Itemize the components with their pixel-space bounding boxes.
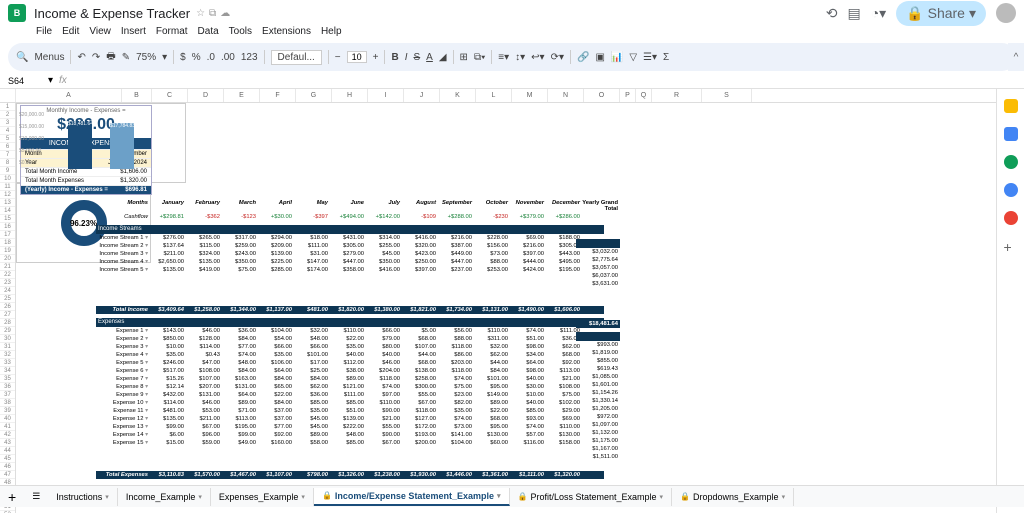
undo-icon[interactable]: ↶ (77, 52, 85, 63)
comment-icon[interactable]: ▤ (847, 5, 860, 22)
sheet-tab[interactable]: 🔒Dropdowns_Example▾ (672, 488, 794, 506)
contacts-icon[interactable] (1004, 183, 1018, 197)
bar-income: $18,481.64 (68, 121, 92, 169)
sheet-tab[interactable]: 🔒Profit/Loss Statement_Example▾ (510, 488, 673, 506)
menu-bar: File Edit View Insert Format Data Tools … (0, 26, 1024, 41)
keep-icon[interactable] (1004, 99, 1018, 113)
italic-icon[interactable]: I (405, 52, 408, 63)
rotate-icon[interactable]: ⟳▾ (551, 52, 564, 63)
paint-icon[interactable]: ✎ (122, 52, 130, 63)
fontsize-input[interactable] (347, 51, 367, 63)
currency-icon[interactable]: $ (180, 52, 186, 63)
move-icon[interactable]: ⧉ (209, 8, 216, 19)
filter-views-icon[interactable]: ☰▾ (643, 52, 657, 63)
fontsize-minus[interactable]: − (335, 52, 341, 63)
menu-format[interactable]: Format (156, 26, 188, 37)
menu-insert[interactable]: Insert (121, 26, 146, 37)
borders-icon[interactable]: ⊞ (460, 52, 468, 63)
calendar-icon[interactable] (1004, 127, 1018, 141)
fx-icon: fx (59, 75, 67, 86)
lock-icon: 🔒 (906, 5, 923, 22)
toolbar: 🔍 Menus ↶ ↷ 🖶 ✎ 75%▾ $ % .0 .00 123 Defa… (8, 43, 1016, 71)
more-formats-icon[interactable]: 123 (241, 52, 258, 63)
tasks-icon[interactable] (1004, 155, 1018, 169)
menu-data[interactable]: Data (198, 26, 219, 37)
link-icon[interactable]: 🔗 (577, 52, 589, 63)
fontsize-plus[interactable]: + (373, 52, 379, 63)
menu-file[interactable]: File (36, 26, 52, 37)
merge-icon[interactable]: ⧉▾ (474, 52, 485, 63)
doc-title[interactable]: Income & Expense Tracker (34, 6, 190, 21)
avatar[interactable] (996, 3, 1016, 23)
menu-view[interactable]: View (89, 26, 111, 37)
sheets-logo[interactable]: B (8, 4, 26, 22)
sheet-tab[interactable]: Expenses_Example▾ (211, 488, 314, 506)
chevron-down-icon: ▾ (969, 5, 976, 22)
percent-icon[interactable]: % (192, 52, 201, 63)
meet-icon[interactable]: ◔▾ (871, 5, 886, 22)
bar-expenses: $17,784.83 (110, 123, 134, 169)
share-button[interactable]: 🔒 Share ▾ (896, 1, 986, 26)
menu-extensions[interactable]: Extensions (262, 26, 311, 37)
menu-help[interactable]: Help (321, 26, 342, 37)
spreadsheet-grid[interactable]: ABCDEFGHIJKLMNOPQRS 12345678910111213141… (0, 89, 996, 513)
fill-color-icon[interactable]: ◢ (439, 52, 447, 63)
wrap-icon[interactable]: ↩▾ (531, 52, 544, 63)
comment-add-icon[interactable]: ▣ (595, 52, 604, 63)
filter-icon[interactable]: ▽ (629, 52, 637, 63)
dec-decrease-icon[interactable]: .0 (207, 52, 215, 63)
star-icon[interactable]: ☆ (196, 8, 205, 19)
redo-icon[interactable]: ↷ (92, 52, 100, 63)
history-icon[interactable]: ⟲ (826, 5, 838, 22)
addons-icon[interactable]: + (1004, 239, 1018, 253)
menu-edit[interactable]: Edit (62, 26, 79, 37)
menus-toggle[interactable]: Menus (34, 52, 64, 63)
dec-increase-icon[interactable]: .00 (221, 52, 235, 63)
bold-icon[interactable]: B (391, 52, 398, 63)
maps-icon[interactable] (1004, 211, 1018, 225)
title-bar: B Income & Expense Tracker ☆ ⧉ ☁ ⟲ ▤ ◔▾ … (0, 0, 1024, 26)
functions-icon[interactable]: Σ (663, 52, 669, 63)
halign-icon[interactable]: ≡▾ (498, 52, 509, 63)
search-icon[interactable]: 🔍 (16, 52, 28, 63)
side-panel: + (996, 89, 1024, 513)
insert-chart-icon[interactable]: 📊 (611, 52, 623, 63)
menu-tools[interactable]: Tools (229, 26, 252, 37)
font-select[interactable]: Defaul... (271, 50, 322, 65)
print-icon[interactable]: 🖶 (106, 49, 115, 66)
row-headers[interactable]: 1234567891011121314151617181920212223242… (0, 103, 16, 513)
valign-icon[interactable]: ↕▾ (515, 52, 525, 63)
add-sheet-icon[interactable]: + (0, 489, 24, 505)
cloud-icon[interactable]: ☁ (220, 8, 230, 19)
col-headers[interactable]: ABCDEFGHIJKLMNOPQRS (0, 89, 996, 103)
tab-bar: + ☰ Instructions▾Income_Example▾Expenses… (0, 485, 1024, 507)
all-sheets-icon[interactable]: ☰ (24, 491, 48, 502)
name-box-row: ▾ fx (0, 73, 1024, 89)
sheet-tab[interactable]: Instructions▾ (48, 488, 118, 506)
zoom-select[interactable]: 75% (136, 52, 156, 63)
sheet-tab[interactable]: 🔒Income/Expense Statement_Example▾ (314, 488, 510, 506)
text-color-icon[interactable]: A (426, 52, 433, 63)
sheet-tab[interactable]: Income_Example▾ (118, 488, 211, 506)
name-box[interactable] (8, 76, 48, 86)
strike-icon[interactable]: S (414, 52, 421, 63)
collapse-toolbar-icon[interactable]: ^ (1008, 43, 1024, 71)
